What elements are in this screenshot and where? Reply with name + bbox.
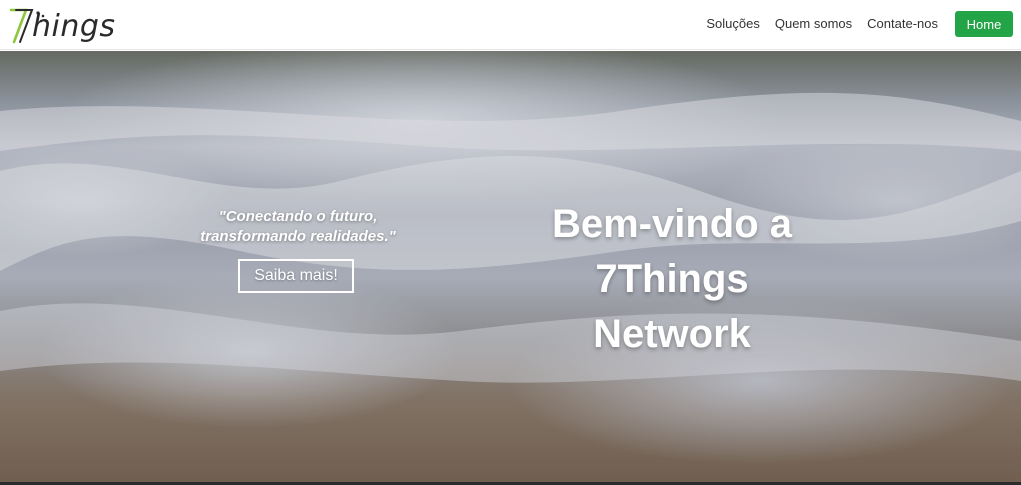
top-navbar: hings Soluções Quem somos Contate-nos Ho… (0, 0, 1021, 50)
home-button[interactable]: Home (955, 11, 1013, 37)
headline-line-2: 7Things (595, 257, 749, 301)
headline-line-3: Network (593, 312, 751, 356)
hero-section: "Conectando o futuro, transformando real… (0, 51, 1021, 485)
nav-link-solucoes[interactable]: Soluções (706, 11, 759, 37)
headline-line-1: Bem-vindo a (551, 202, 793, 246)
nav-link-contate-nos[interactable]: Contate-nos (867, 11, 938, 37)
logo-text: hings (32, 9, 116, 44)
nav-link-quem-somos[interactable]: Quem somos (775, 11, 852, 37)
hero-headline: Bem-vindo a 7Things Network (500, 197, 844, 362)
hero-tagline: "Conectando o futuro, transformando real… (200, 208, 396, 245)
logo[interactable]: hings (8, 3, 118, 47)
nav-links: Soluções Quem somos Contate-nos Home (706, 11, 1013, 37)
saiba-mais-button[interactable]: Saiba mais! (238, 259, 354, 293)
